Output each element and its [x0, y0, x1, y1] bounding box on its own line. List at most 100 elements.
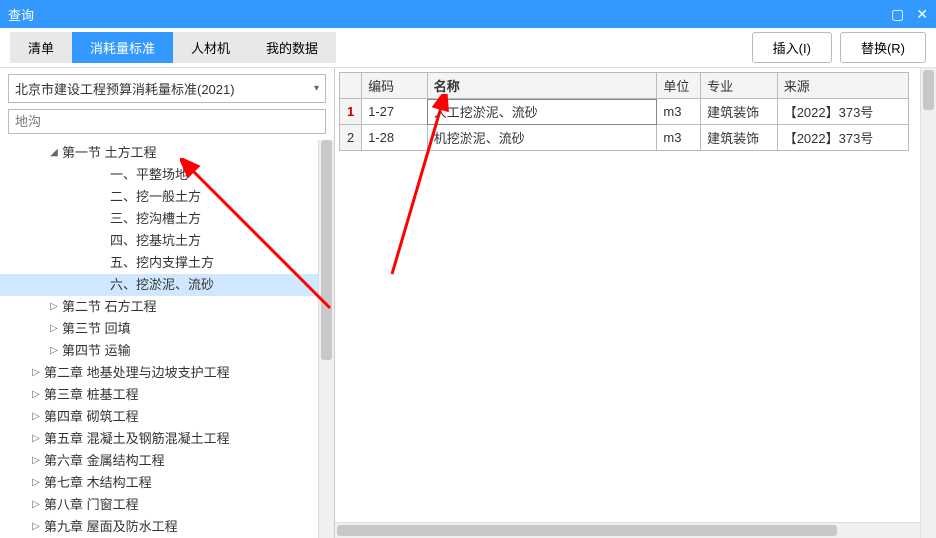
insert-button[interactable]: 插入(I) — [752, 32, 832, 63]
dropdown-value: 北京市建设工程预算消耗量标准(2021) — [15, 79, 235, 98]
tree-item[interactable]: ▷第四章 砌筑工程 — [0, 406, 334, 428]
tree-wrap: ◢第一节 土方工程一、平整场地二、挖一般土方三、挖沟槽土方四、挖基坑土方五、挖内… — [0, 140, 334, 538]
scrollbar-thumb[interactable] — [337, 525, 837, 536]
expand-icon[interactable]: ▷ — [48, 342, 60, 360]
tree-item[interactable]: ▷第五章 混凝土及钢筋混凝土工程 — [0, 428, 334, 450]
grid-hscrollbar[interactable] — [335, 522, 920, 538]
tree-scrollbar[interactable] — [318, 140, 334, 538]
tree-item-label: 第一节 土方工程 — [62, 144, 157, 162]
tree-item[interactable]: ▷第七章 木结构工程 — [0, 472, 334, 494]
tree-item[interactable]: 四、挖基坑土方 — [0, 230, 334, 252]
window-title: 查询 — [8, 5, 34, 24]
expand-icon[interactable]: ▷ — [30, 364, 42, 382]
tree-item[interactable]: 三、挖沟槽土方 — [0, 208, 334, 230]
standard-dropdown[interactable]: 北京市建设工程预算消耗量标准(2021) ▾ — [8, 74, 326, 103]
expand-icon[interactable]: ▷ — [30, 518, 42, 536]
cell-source[interactable]: 【2022】373号 — [777, 125, 908, 151]
titlebar: 查询 ▢ ✕ — [0, 0, 936, 28]
tree-item[interactable]: ◢第一节 土方工程 — [0, 142, 334, 164]
tree-item-label: 第九章 屋面及防水工程 — [44, 518, 178, 536]
table-row[interactable]: 21-28机挖淤泥、流砂m3建筑装饰【2022】373号 — [340, 125, 909, 151]
tree-item[interactable]: 五、挖内支撑土方 — [0, 252, 334, 274]
left-panel: 北京市建设工程预算消耗量标准(2021) ▾ ◢第一节 土方工程一、平整场地二、… — [0, 68, 335, 538]
content: 北京市建设工程预算消耗量标准(2021) ▾ ◢第一节 土方工程一、平整场地二、… — [0, 68, 936, 538]
tree-item-label: 第四章 砌筑工程 — [44, 408, 139, 426]
cell-unit[interactable]: m3 — [657, 125, 701, 151]
tree-item-label: 五、挖内支撑土方 — [110, 254, 214, 272]
tree-item[interactable]: ▷第四节 运输 — [0, 340, 334, 362]
cell-name[interactable]: 人工挖淤泥、流砂 — [427, 99, 657, 125]
cell-source[interactable]: 【2022】373号 — [777, 99, 908, 125]
tree-item-label: 第二章 地基处理与边坡支护工程 — [44, 364, 230, 382]
grid-header-row: 编码 名称 单位 专业 来源 — [340, 73, 909, 99]
tree-item[interactable]: ▷第九章 屋面及防水工程 — [0, 516, 334, 538]
tree-item[interactable]: ▷第三章 桩基工程 — [0, 384, 334, 406]
tree-item[interactable]: ▷第二节 石方工程 — [0, 296, 334, 318]
col-code[interactable]: 编码 — [362, 73, 428, 99]
tree-item-label: 二、挖一般土方 — [110, 188, 201, 206]
tree-item-label: 三、挖沟槽土方 — [110, 210, 201, 228]
tree-item[interactable]: 一、平整场地 — [0, 164, 334, 186]
cell-name[interactable]: 机挖淤泥、流砂 — [427, 125, 657, 151]
tab-my-data[interactable]: 我的数据 — [248, 32, 336, 63]
tree-item[interactable]: ▷第二章 地基处理与边坡支护工程 — [0, 362, 334, 384]
tab-consumption-standard[interactable]: 消耗量标准 — [72, 32, 173, 63]
cell-spec[interactable]: 建筑装饰 — [701, 125, 778, 151]
expand-icon[interactable]: ▷ — [30, 496, 42, 514]
grid-vscrollbar[interactable] — [920, 68, 936, 538]
col-rownum[interactable] — [340, 73, 362, 99]
scrollbar-thumb[interactable] — [923, 70, 934, 110]
tree-item-label: 第二节 石方工程 — [62, 298, 157, 316]
collapse-icon[interactable]: ◢ — [48, 144, 60, 162]
expand-icon[interactable]: ▷ — [30, 386, 42, 404]
tree-item[interactable]: ▷第三节 回填 — [0, 318, 334, 340]
tree-item-label: 四、挖基坑土方 — [110, 232, 201, 250]
grid-wrap: 编码 名称 单位 专业 来源 11-27人工挖淤泥、流砂m3建筑装饰【2022】… — [335, 68, 936, 538]
tab-materials[interactable]: 人材机 — [173, 32, 248, 63]
search-input[interactable] — [15, 114, 319, 129]
chevron-down-icon: ▾ — [314, 83, 319, 94]
tree-item-label: 一、平整场地 — [110, 166, 188, 184]
search-input-wrap[interactable] — [8, 109, 326, 134]
expand-icon[interactable]: ▷ — [48, 298, 60, 316]
nav-tree: ◢第一节 土方工程一、平整场地二、挖一般土方三、挖沟槽土方四、挖基坑土方五、挖内… — [0, 140, 334, 538]
tree-item[interactable]: 六、挖淤泥、流砂 — [0, 274, 334, 296]
expand-icon[interactable]: ▷ — [30, 452, 42, 470]
cell-unit[interactable]: m3 — [657, 99, 701, 125]
tree-item[interactable]: 二、挖一般土方 — [0, 186, 334, 208]
cell-code[interactable]: 1-28 — [362, 125, 428, 151]
maximize-icon[interactable]: ▢ — [891, 6, 904, 23]
tree-item-label: 第四节 运输 — [62, 342, 131, 360]
col-unit[interactable]: 单位 — [657, 73, 701, 99]
cell-spec[interactable]: 建筑装饰 — [701, 99, 778, 125]
tree-item-label: 第五章 混凝土及钢筋混凝土工程 — [44, 430, 230, 448]
tree-item[interactable]: ▷第八章 门窗工程 — [0, 494, 334, 516]
toolbar: 清单 消耗量标准 人材机 我的数据 插入(I) 替换(R) — [0, 28, 936, 68]
window-controls: ▢ ✕ — [891, 6, 928, 23]
tree-item-label: 第三节 回填 — [62, 320, 131, 338]
expand-icon[interactable]: ▷ — [30, 408, 42, 426]
expand-icon[interactable]: ▷ — [48, 320, 60, 338]
tree-item-label: 六、挖淤泥、流砂 — [110, 276, 214, 294]
expand-icon[interactable]: ▷ — [30, 430, 42, 448]
row-number: 1 — [340, 99, 362, 125]
results-grid: 编码 名称 单位 专业 来源 11-27人工挖淤泥、流砂m3建筑装饰【2022】… — [339, 72, 909, 151]
replace-button[interactable]: 替换(R) — [840, 32, 926, 63]
scrollbar-thumb[interactable] — [321, 140, 332, 360]
tree-item-label: 第七章 木结构工程 — [44, 474, 152, 492]
expand-icon[interactable]: ▷ — [30, 474, 42, 492]
col-name[interactable]: 名称 — [427, 73, 657, 99]
right-panel: 编码 名称 单位 专业 来源 11-27人工挖淤泥、流砂m3建筑装饰【2022】… — [335, 68, 936, 538]
tree-item-label: 第三章 桩基工程 — [44, 386, 139, 404]
close-icon[interactable]: ✕ — [916, 6, 928, 23]
row-number: 2 — [340, 125, 362, 151]
tab-list[interactable]: 清单 — [10, 32, 72, 63]
table-row[interactable]: 11-27人工挖淤泥、流砂m3建筑装饰【2022】373号 — [340, 99, 909, 125]
col-spec[interactable]: 专业 — [701, 73, 778, 99]
cell-code[interactable]: 1-27 — [362, 99, 428, 125]
tree-item-label: 第六章 金属结构工程 — [44, 452, 165, 470]
col-source[interactable]: 来源 — [777, 73, 908, 99]
tree-item[interactable]: ▷第六章 金属结构工程 — [0, 450, 334, 472]
tab-group: 清单 消耗量标准 人材机 我的数据 — [10, 32, 336, 63]
tree-item-label: 第八章 门窗工程 — [44, 496, 139, 514]
